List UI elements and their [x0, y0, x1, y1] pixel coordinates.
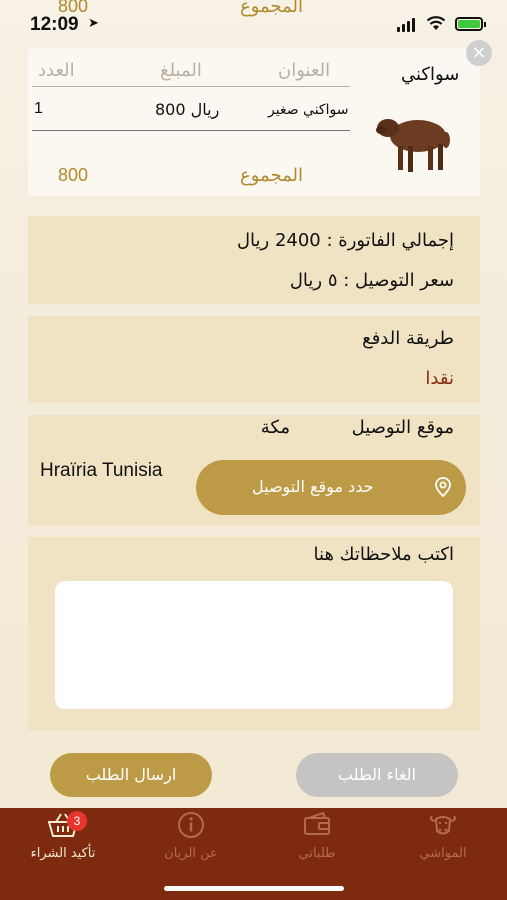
notes-title: اكتب ملاحظاتك هنا	[313, 544, 454, 565]
tab-livestock[interactable]: المواشي	[393, 808, 493, 878]
tab-my-orders-label: طلباتي	[298, 846, 336, 861]
cow-icon	[430, 815, 456, 835]
notes-textarea[interactable]	[55, 581, 453, 709]
status-bar: 12:09 ➤	[0, 0, 507, 44]
cancel-order-button[interactable]: الغاء الطلب	[296, 753, 458, 797]
tab-about[interactable]: عن الريان	[141, 808, 241, 878]
item-title-cell: سواكني صغير	[268, 102, 349, 118]
location-arrow-icon: ➤	[88, 16, 99, 31]
delivery-location-title: موقع التوصيل	[351, 417, 454, 438]
send-order-button[interactable]: ارسال الطلب	[50, 753, 212, 797]
tab-confirm-purchase[interactable]: 3 تأكيد الشراء	[13, 808, 113, 878]
column-header-title: العنوان	[278, 60, 331, 81]
cart-count-badge: 3	[67, 811, 87, 831]
tab-my-orders[interactable]: طلباتي	[267, 808, 367, 878]
invoice-summary-panel: إجمالي الفاتورة : 2400 ريال سعر التوصيل …	[28, 216, 480, 304]
header-divider	[32, 86, 350, 87]
item-category-name: سواكني	[401, 64, 460, 85]
delivery-price: سعر التوصيل : ٥ ريال	[289, 270, 454, 291]
tab-livestock-label: المواشي	[419, 846, 467, 861]
wifi-icon	[426, 16, 446, 30]
wallet-icon	[304, 811, 330, 835]
delivery-city: مكة	[260, 417, 290, 438]
payment-method-panel: طريقة الدفع نقدا	[28, 316, 480, 403]
delivery-address: Hraïria Tunisia	[40, 460, 163, 481]
sheep-image	[376, 119, 450, 172]
row-divider	[32, 130, 350, 131]
tab-confirm-purchase-label: تأكيد الشراء	[30, 846, 96, 861]
item-amount-cell: 800 ريال	[155, 100, 220, 119]
remove-item-button[interactable]: ×	[466, 40, 492, 66]
payment-method-title: طريقة الدفع	[362, 328, 454, 349]
close-icon: ×	[471, 42, 487, 63]
item-count-cell: 1	[34, 100, 43, 117]
status-time: 12:09	[30, 14, 79, 35]
invoice-total: إجمالي الفاتورة : 2400 ريال	[236, 230, 454, 251]
battery-icon	[455, 17, 486, 31]
item-total-label: المجموع	[240, 165, 303, 186]
info-icon	[178, 812, 204, 838]
cellular-signal-icon	[397, 18, 415, 32]
payment-method-value[interactable]: نقدا	[425, 368, 454, 389]
select-location-label: حدد موقع التوصيل	[252, 477, 374, 496]
column-header-amount: المبلغ	[160, 60, 202, 81]
column-header-count: العدد	[38, 60, 75, 81]
select-delivery-location-button[interactable]: حدد موقع التوصيل	[196, 460, 466, 515]
item-total-value: 800	[58, 165, 89, 185]
home-indicator	[164, 886, 344, 891]
location-pin-icon	[435, 477, 451, 498]
tab-about-label: عن الريان	[164, 846, 218, 861]
